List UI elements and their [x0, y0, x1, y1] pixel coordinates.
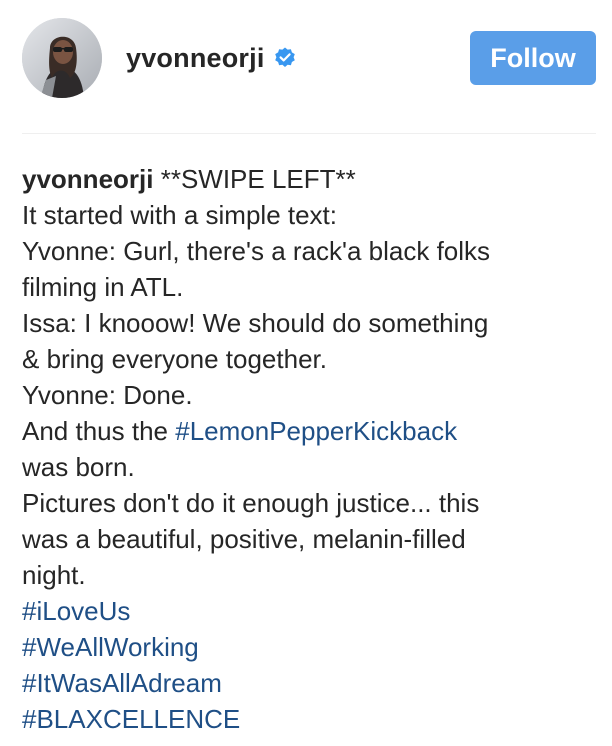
caption-author[interactable]: yvonneorji	[22, 164, 153, 194]
caption-line: was born.	[22, 452, 135, 482]
avatar[interactable]	[22, 18, 102, 98]
username[interactable]: yvonneorji	[126, 43, 265, 74]
caption-first-line: yvonneorji **SWIPE LEFT**	[22, 161, 602, 197]
caption-line: Yvonne: Done.	[22, 380, 193, 410]
caption-line: Yvonne: Gurl, there's a rack'a black fol…	[22, 236, 491, 266]
username-row: yvonneorji	[126, 40, 297, 76]
caption-line: Pictures don't do it enough justice... t…	[22, 488, 480, 518]
verified-badge-icon	[273, 46, 297, 70]
post-caption: yvonneorji **SWIPE LEFT** It started wit…	[22, 161, 602, 737]
caption-line: filming in ATL.	[22, 272, 184, 302]
caption-text: **SWIPE LEFT**	[153, 164, 356, 194]
divider	[22, 133, 596, 134]
caption-line: & bring everyone together.	[22, 344, 327, 374]
caption-text: And thus the	[22, 416, 176, 446]
caption-line: It started with a simple text:	[22, 200, 338, 230]
hashtag-link[interactable]: #iLoveUs	[22, 593, 602, 629]
caption-line: Issa: I knooow! We should do something	[22, 308, 489, 338]
caption-line: was a beautiful, positive, melanin-fille…	[22, 524, 466, 554]
caption-thus-line: And thus the #LemonPepperKickback	[22, 413, 602, 449]
hashtag-link[interactable]: #ItWasAllAdream	[22, 665, 602, 701]
hashtag-link[interactable]: #LemonPepperKickback	[175, 416, 457, 446]
hashtag-link[interactable]: #WeAllWorking	[22, 629, 602, 665]
follow-button[interactable]: Follow	[470, 31, 596, 85]
caption-line: night.	[22, 560, 86, 590]
post-header: yvonneorji Follow	[0, 0, 612, 134]
hashtag-link[interactable]: #BLAXCELLENCE	[22, 701, 602, 737]
